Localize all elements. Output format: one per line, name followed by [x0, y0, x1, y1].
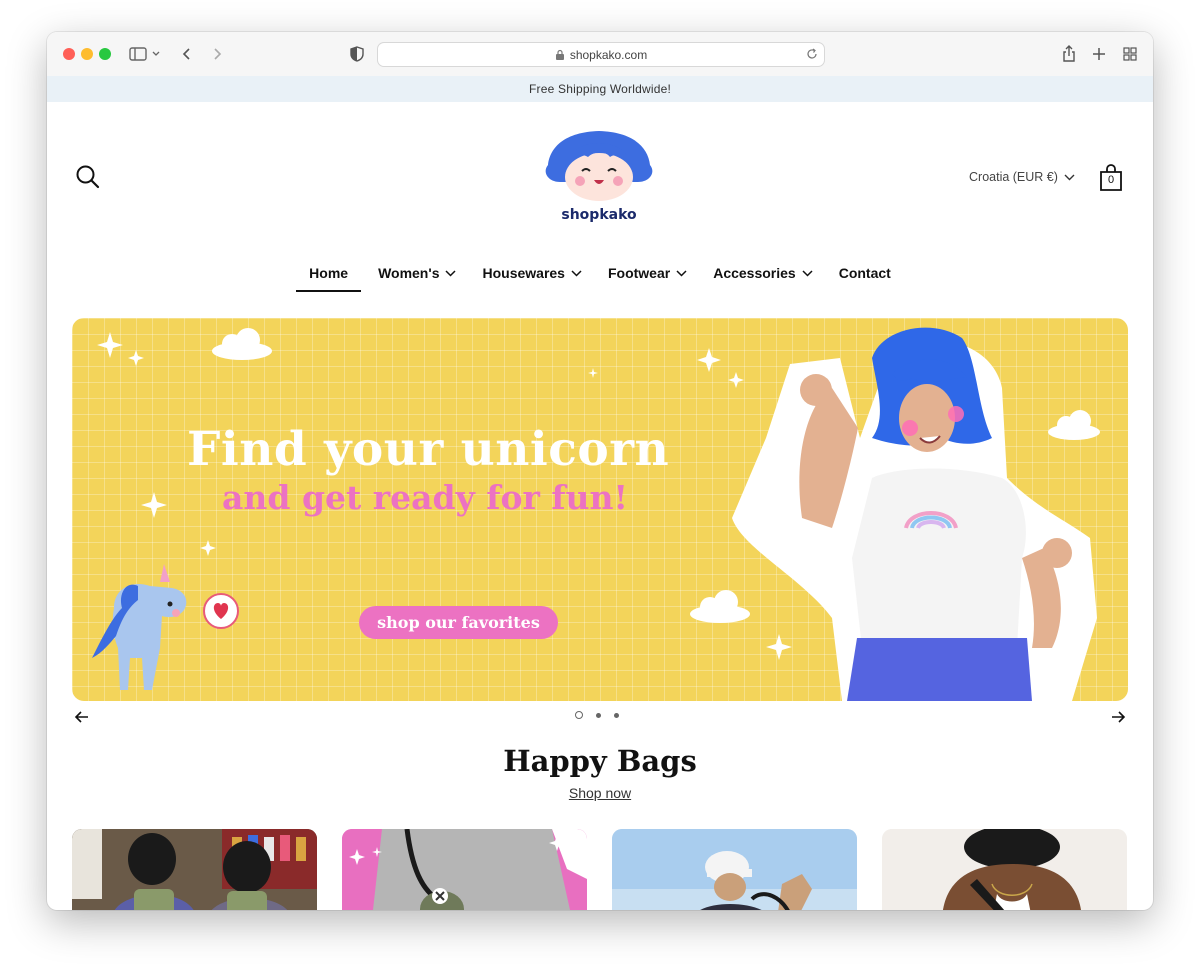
cart-button[interactable]: 0	[1099, 164, 1123, 192]
share-icon[interactable]	[1059, 44, 1079, 64]
chevron-down-icon	[571, 269, 582, 277]
chevron-down-icon	[1064, 174, 1075, 180]
lock-icon	[555, 49, 564, 60]
browser-titlebar: shopkako.com	[47, 32, 1153, 77]
back-arrow-icon[interactable]	[177, 44, 197, 64]
country-label: Croatia (EUR €)	[969, 170, 1058, 184]
search-icon[interactable]	[75, 164, 101, 190]
close-window-button[interactable]	[63, 48, 75, 60]
product-card-2[interactable]	[342, 829, 587, 910]
chevron-down-icon	[676, 269, 687, 277]
nav-item-accessories[interactable]: Accessories	[700, 254, 826, 292]
nav-item-home[interactable]: Home	[296, 254, 361, 292]
tab-overview-icon[interactable]	[1120, 44, 1140, 64]
sidebar-toggle-icon[interactable]	[127, 44, 163, 64]
product-card-1[interactable]	[72, 829, 317, 910]
reload-icon[interactable]	[806, 48, 818, 60]
unicorn-illustration	[92, 564, 239, 690]
cart-count: 0	[1107, 174, 1115, 186]
model-photo	[732, 327, 1097, 701]
shop-now-link[interactable]: Shop now	[47, 785, 1153, 801]
previous-slide-arrow-icon[interactable]	[72, 707, 92, 727]
announcement-text: Free Shipping Worldwide!	[529, 82, 671, 96]
next-slide-arrow-icon[interactable]	[1108, 707, 1128, 727]
hero-title: Find your unicorn	[187, 422, 670, 477]
product-card-4[interactable]	[882, 829, 1127, 910]
chevron-down-icon	[445, 269, 457, 277]
slide-dots	[575, 711, 619, 719]
nav-label: Footwear	[607, 265, 671, 281]
forward-arrow-icon[interactable]	[207, 44, 227, 64]
nav-label: Home	[309, 265, 349, 281]
product-image-3	[612, 829, 857, 910]
product-image-2	[342, 829, 587, 910]
minimize-window-button[interactable]	[81, 48, 93, 60]
hero-subtitle: and get ready for fun!	[222, 478, 628, 517]
product-image-4	[882, 829, 1127, 910]
slide-dot-2[interactable]	[596, 712, 601, 718]
logo-text: shopkako	[561, 207, 637, 223]
nav-item-housewares[interactable]: Housewares	[469, 254, 594, 292]
main-navigation: Home Women's Housewares Footwear Accesso…	[47, 254, 1153, 294]
nav-label: Contact	[838, 265, 891, 281]
zoom-window-button[interactable]	[99, 48, 111, 60]
slide-dot-3[interactable]	[614, 712, 619, 718]
url-text: shopkako.com	[569, 47, 648, 62]
announcement-bar: Free Shipping Worldwide!	[47, 76, 1153, 102]
product-image-1	[72, 829, 317, 910]
new-tab-icon[interactable]	[1089, 44, 1109, 64]
hero-banner[interactable]: Find your unicorn and get ready for fun!…	[72, 318, 1128, 701]
chevron-down-icon	[802, 269, 813, 277]
nav-item-footwear[interactable]: Footwear	[595, 254, 700, 292]
product-card-3[interactable]	[612, 829, 857, 910]
nav-item-contact[interactable]: Contact	[826, 254, 904, 292]
nav-item-womens[interactable]: Women's	[365, 254, 469, 292]
country-selector[interactable]: Croatia (EUR €)	[969, 170, 1075, 184]
privacy-shield-icon[interactable]	[347, 44, 367, 64]
nav-label: Housewares	[482, 265, 565, 281]
shop-favorites-button[interactable]: shop our favorites	[359, 606, 558, 639]
section-title: Happy Bags	[503, 744, 697, 778]
nav-label: Women's	[378, 265, 440, 281]
shop-now-label: Shop now	[568, 785, 632, 801]
slider-controls	[47, 705, 1153, 729]
slide-dot-1[interactable]	[575, 711, 583, 719]
product-grid	[72, 829, 1128, 910]
nav-label: Accessories	[713, 265, 796, 281]
address-bar[interactable]: shopkako.com	[377, 42, 825, 67]
browser-window: shopkako.com Free Shipping Worldwide! sh…	[47, 32, 1153, 910]
